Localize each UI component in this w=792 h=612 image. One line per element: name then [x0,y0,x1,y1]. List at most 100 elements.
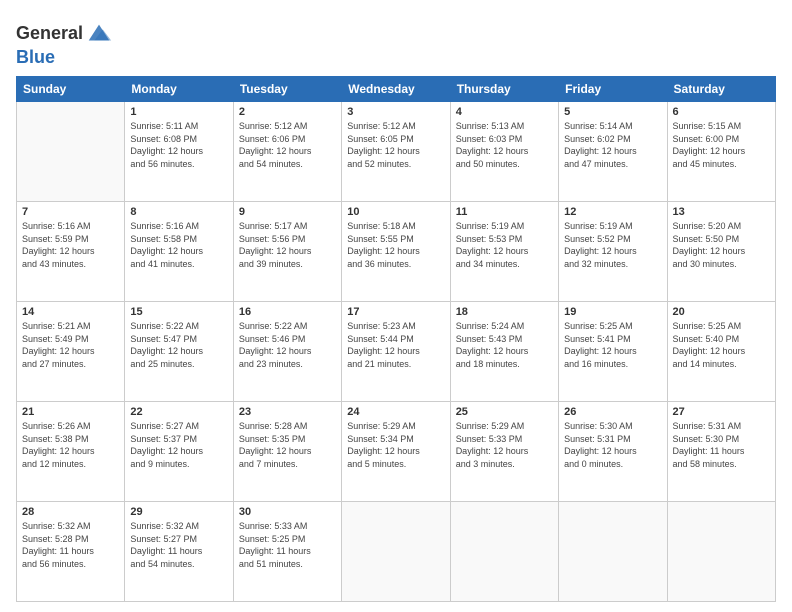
day-info: Sunrise: 5:24 AM Sunset: 5:43 PM Dayligh… [456,320,553,370]
calendar-cell: 7 Sunrise: 5:16 AM Sunset: 5:59 PM Daylig… [17,202,125,302]
day-info: Sunrise: 5:25 AM Sunset: 5:40 PM Dayligh… [673,320,770,370]
calendar-cell: 9 Sunrise: 5:17 AM Sunset: 5:56 PM Daylig… [233,202,341,302]
day-number: 22 [130,406,227,418]
day-info: Sunrise: 5:22 AM Sunset: 5:47 PM Dayligh… [130,320,227,370]
calendar-cell: 19Sunrise: 5:25 AM Sunset: 5:41 PM Dayli… [559,302,667,402]
calendar-cell: 21 Sunrise: 5:26 AM Sunset: 5:38 PM Dayli… [17,402,125,502]
day-info: Sunrise: 5:31 AM Sunset: 5:30 PM Dayligh… [673,420,770,470]
day-info: Sunrise: 5:12 AM Sunset: 6:06 PM Dayligh… [239,120,336,170]
page-header: General Blue [16,16,776,68]
day-number: 16 [239,306,336,318]
calendar-cell [667,502,775,602]
day-number: 18 [456,306,553,318]
day-number: 26 [564,406,661,418]
day-info: Sunrise: 5:20 AM Sunset: 5:50 PM Dayligh… [673,220,770,270]
day-number: 8 [130,206,227,218]
day-number: 10 [347,206,444,218]
day-info: Sunrise: 5:15 AM Sunset: 6:00 PM Dayligh… [673,120,770,170]
calendar-cell: 14Sunrise: 5:21 AM Sunset: 5:49 PM Dayli… [17,302,125,402]
day-number: 27 [673,406,770,418]
day-info: Sunrise: 5:22 AM Sunset: 5:46 PM Dayligh… [239,320,336,370]
day-number: 13 [673,206,770,218]
day-info: Sunrise: 5:27 AM Sunset: 5:37 PM Dayligh… [130,420,227,470]
weekday-header-friday: Friday [559,77,667,102]
day-info: Sunrise: 5:11 AM Sunset: 6:08 PM Dayligh… [130,120,227,170]
calendar-cell: 25 Sunrise: 5:29 AM Sunset: 5:33 PM Dayli… [450,402,558,502]
logo-general-text: General [16,24,83,44]
weekday-header-tuesday: Tuesday [233,77,341,102]
calendar-cell: 3Sunrise: 5:12 AM Sunset: 6:05 PM Daylig… [342,102,450,202]
calendar-cell: 17 Sunrise: 5:23 AM Sunset: 5:44 PM Dayli… [342,302,450,402]
day-number: 23 [239,406,336,418]
weekday-header-thursday: Thursday [450,77,558,102]
day-info: Sunrise: 5:29 AM Sunset: 5:34 PM Dayligh… [347,420,444,470]
day-number: 4 [456,106,553,118]
day-info: Sunrise: 5:12 AM Sunset: 6:05 PM Dayligh… [347,120,444,170]
calendar-cell: 29 Sunrise: 5:32 AM Sunset: 5:27 PM Dayli… [125,502,233,602]
calendar-cell: 22 Sunrise: 5:27 AM Sunset: 5:37 PM Dayli… [125,402,233,502]
day-info: Sunrise: 5:16 AM Sunset: 5:58 PM Dayligh… [130,220,227,270]
day-number: 5 [564,106,661,118]
day-info: Sunrise: 5:16 AM Sunset: 5:59 PM Dayligh… [22,220,119,270]
calendar-cell: 27 Sunrise: 5:31 AM Sunset: 5:30 PM Dayli… [667,402,775,502]
weekday-header-sunday: Sunday [17,77,125,102]
logo: General Blue [16,20,113,68]
calendar-cell: 1 Sunrise: 5:11 AM Sunset: 6:08 PM Daylig… [125,102,233,202]
calendar-cell: 13 Sunrise: 5:20 AM Sunset: 5:50 PM Dayli… [667,202,775,302]
day-info: Sunrise: 5:17 AM Sunset: 5:56 PM Dayligh… [239,220,336,270]
day-number: 12 [564,206,661,218]
day-info: Sunrise: 5:21 AM Sunset: 5:49 PM Dayligh… [22,320,119,370]
day-info: Sunrise: 5:19 AM Sunset: 5:53 PM Dayligh… [456,220,553,270]
day-number: 20 [673,306,770,318]
day-info: Sunrise: 5:32 AM Sunset: 5:28 PM Dayligh… [22,520,119,570]
calendar-cell: 24Sunrise: 5:29 AM Sunset: 5:34 PM Dayli… [342,402,450,502]
day-info: Sunrise: 5:33 AM Sunset: 5:25 PM Dayligh… [239,520,336,570]
day-number: 25 [456,406,553,418]
day-number: 28 [22,506,119,518]
calendar-cell: 26 Sunrise: 5:30 AM Sunset: 5:31 PM Dayli… [559,402,667,502]
day-info: Sunrise: 5:18 AM Sunset: 5:55 PM Dayligh… [347,220,444,270]
weekday-header-wednesday: Wednesday [342,77,450,102]
calendar-cell: 18 Sunrise: 5:24 AM Sunset: 5:43 PM Dayli… [450,302,558,402]
calendar-cell: 12 Sunrise: 5:19 AM Sunset: 5:52 PM Dayli… [559,202,667,302]
day-info: Sunrise: 5:23 AM Sunset: 5:44 PM Dayligh… [347,320,444,370]
calendar-cell: 11 Sunrise: 5:19 AM Sunset: 5:53 PM Dayli… [450,202,558,302]
calendar-cell: 6 Sunrise: 5:15 AM Sunset: 6:00 PM Daylig… [667,102,775,202]
day-number: 30 [239,506,336,518]
calendar-cell [17,102,125,202]
day-number: 17 [347,306,444,318]
day-number: 9 [239,206,336,218]
weekday-header-saturday: Saturday [667,77,775,102]
logo-blue-text: Blue [16,47,55,67]
day-info: Sunrise: 5:13 AM Sunset: 6:03 PM Dayligh… [456,120,553,170]
day-info: Sunrise: 5:32 AM Sunset: 5:27 PM Dayligh… [130,520,227,570]
day-info: Sunrise: 5:26 AM Sunset: 5:38 PM Dayligh… [22,420,119,470]
day-number: 21 [22,406,119,418]
calendar-cell: 30 Sunrise: 5:33 AM Sunset: 5:25 PM Dayli… [233,502,341,602]
day-number: 6 [673,106,770,118]
day-info: Sunrise: 5:28 AM Sunset: 5:35 PM Dayligh… [239,420,336,470]
day-info: Sunrise: 5:14 AM Sunset: 6:02 PM Dayligh… [564,120,661,170]
calendar-cell: 10 Sunrise: 5:18 AM Sunset: 5:55 PM Dayli… [342,202,450,302]
day-number: 19 [564,306,661,318]
day-number: 7 [22,206,119,218]
calendar-cell: 4 Sunrise: 5:13 AM Sunset: 6:03 PM Daylig… [450,102,558,202]
calendar-cell: 5 Sunrise: 5:14 AM Sunset: 6:02 PM Daylig… [559,102,667,202]
calendar-cell [559,502,667,602]
weekday-header-monday: Monday [125,77,233,102]
day-number: 2 [239,106,336,118]
day-number: 1 [130,106,227,118]
day-number: 15 [130,306,227,318]
calendar-cell: 15 Sunrise: 5:22 AM Sunset: 5:47 PM Dayli… [125,302,233,402]
day-number: 29 [130,506,227,518]
calendar-cell: 20 Sunrise: 5:25 AM Sunset: 5:40 PM Dayli… [667,302,775,402]
day-info: Sunrise: 5:29 AM Sunset: 5:33 PM Dayligh… [456,420,553,470]
calendar-cell: 16 Sunrise: 5:22 AM Sunset: 5:46 PM Dayli… [233,302,341,402]
day-info: Sunrise: 5:19 AM Sunset: 5:52 PM Dayligh… [564,220,661,270]
day-number: 11 [456,206,553,218]
calendar-cell: 2 Sunrise: 5:12 AM Sunset: 6:06 PM Daylig… [233,102,341,202]
calendar-cell: 23 Sunrise: 5:28 AM Sunset: 5:35 PM Dayli… [233,402,341,502]
day-info: Sunrise: 5:30 AM Sunset: 5:31 PM Dayligh… [564,420,661,470]
calendar-cell: 8 Sunrise: 5:16 AM Sunset: 5:58 PM Daylig… [125,202,233,302]
calendar-cell [342,502,450,602]
